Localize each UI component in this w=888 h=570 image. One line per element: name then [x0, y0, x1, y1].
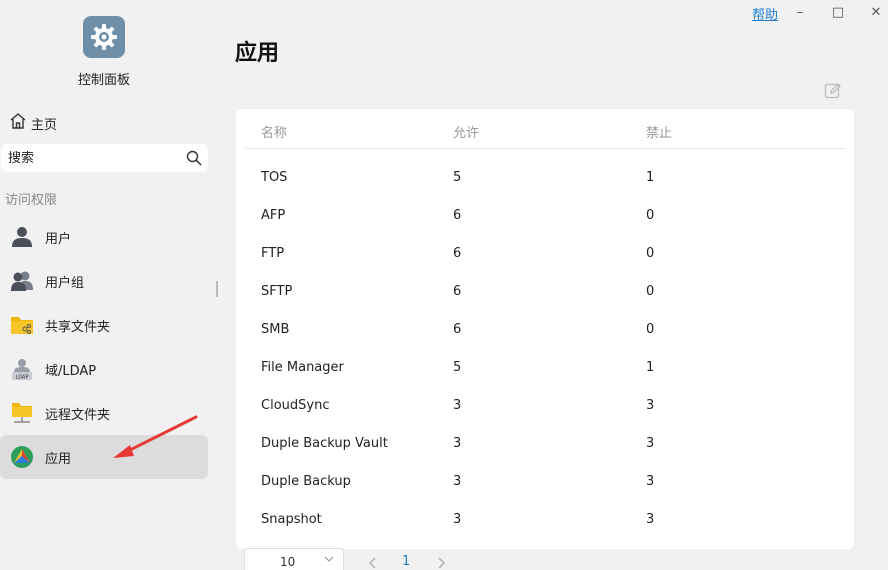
- cell-name: Duple Backup: [261, 474, 351, 489]
- table-body: TOS 5 1 AFP 6 0 FTP 6 0 SFTP 6 0 SMB 6 0…: [236, 159, 854, 539]
- cell-name: AFP: [261, 208, 286, 223]
- table-row[interactable]: FTP 6 0: [236, 235, 854, 273]
- table-row[interactable]: AFP 6 0: [236, 197, 854, 235]
- cell-denied: 0: [646, 284, 655, 299]
- chevron-down-icon: [323, 553, 335, 568]
- cell-allowed: 6: [453, 284, 462, 299]
- column-header-allowed[interactable]: 允许: [453, 122, 479, 141]
- sidebar-resize-handle[interactable]: [216, 281, 218, 297]
- annotation-arrow: [113, 415, 198, 458]
- cell-name: File Manager: [261, 360, 344, 375]
- search-input[interactable]: [8, 150, 178, 166]
- cell-allowed: 6: [453, 322, 462, 337]
- table-row[interactable]: CloudSync 3 3: [236, 387, 854, 425]
- column-header-denied[interactable]: 禁止: [646, 122, 672, 141]
- cell-denied: 3: [646, 512, 655, 527]
- cell-denied: 1: [646, 170, 655, 185]
- svg-text:LDAP: LDAP: [16, 375, 29, 381]
- home-nav-item[interactable]: 主页: [9, 112, 57, 134]
- column-header-name[interactable]: 名称: [261, 122, 287, 141]
- cell-denied: 3: [646, 398, 655, 413]
- cell-name: CloudSync: [261, 398, 330, 413]
- cell-denied: 3: [646, 474, 655, 489]
- cell-name: FTP: [261, 246, 285, 261]
- sidebar-item-user-groups[interactable]: 用户组: [0, 259, 208, 303]
- cell-name: TOS: [261, 170, 288, 185]
- cell-name: Snapshot: [261, 512, 322, 527]
- cell-denied: 0: [646, 322, 655, 337]
- table-row[interactable]: TOS 5 1: [236, 159, 854, 197]
- table-row[interactable]: Duple Backup 3 3: [236, 463, 854, 501]
- current-page-number[interactable]: 1: [402, 554, 410, 569]
- shared-folder-icon: [10, 313, 34, 337]
- sidebar-item-label: 远程文件夹: [45, 407, 111, 423]
- applications-table: 名称 允许 禁止 TOS 5 1 AFP 6 0 FTP 6 0 SFTP 6 …: [236, 109, 854, 549]
- cell-name: Duple Backup Vault: [261, 436, 388, 451]
- cell-allowed: 3: [453, 474, 462, 489]
- table-row[interactable]: SMB 6 0: [236, 311, 854, 349]
- sidebar-item-users[interactable]: 用户: [0, 215, 208, 259]
- minimize-button[interactable]: –: [790, 2, 810, 22]
- cell-allowed: 3: [453, 398, 462, 413]
- edit-icon[interactable]: [824, 82, 842, 104]
- sidebar-item-shared-folders[interactable]: 共享文件夹: [0, 303, 208, 347]
- sidebar: 控制面板 主页 访问权限 用户 用户组 共享文件夹 LDAP 域: [0, 0, 215, 570]
- previous-page-button[interactable]: [368, 554, 378, 570]
- page-title: 应用: [235, 41, 280, 66]
- cell-allowed: 6: [453, 246, 462, 261]
- close-button[interactable]: ✕: [866, 2, 886, 22]
- cell-allowed: 5: [453, 360, 462, 375]
- user-group-icon: [10, 269, 34, 293]
- cell-denied: 0: [646, 208, 655, 223]
- table-row[interactable]: Snapshot 3 3: [236, 501, 854, 539]
- sidebar-item-label: 用户: [45, 231, 72, 247]
- page-size-value: 10: [280, 555, 296, 569]
- table-row[interactable]: File Manager 5 1: [236, 349, 854, 387]
- sidebar-item-label: 域/LDAP: [45, 363, 97, 379]
- cell-allowed: 3: [453, 512, 462, 527]
- sidebar-item-ldap[interactable]: LDAP 域/LDAP: [0, 347, 208, 391]
- app-title: 控制面板: [77, 73, 130, 88]
- help-link[interactable]: 帮助: [752, 4, 778, 23]
- cell-denied: 1: [646, 360, 655, 375]
- cell-denied: 0: [646, 246, 655, 261]
- sidebar-item-label: 用户组: [45, 275, 85, 291]
- ldap-icon: LDAP: [10, 357, 34, 381]
- cell-allowed: 5: [453, 170, 462, 185]
- cell-name: SMB: [261, 322, 290, 337]
- cell-denied: 3: [646, 436, 655, 451]
- table-header: 名称 允许 禁止: [236, 109, 854, 149]
- page-size-select[interactable]: 10: [244, 548, 344, 570]
- user-icon: [10, 225, 34, 249]
- access-rights-section-label: 访问权限: [5, 193, 58, 208]
- next-page-button[interactable]: [436, 554, 446, 570]
- header-divider: [245, 148, 845, 149]
- search-box[interactable]: [1, 144, 208, 172]
- home-icon: [9, 112, 27, 134]
- table-row[interactable]: SFTP 6 0: [236, 273, 854, 311]
- table-row[interactable]: Duple Backup Vault 3 3: [236, 425, 854, 463]
- maximize-button[interactable]: □: [828, 2, 848, 22]
- search-icon[interactable]: [186, 150, 202, 170]
- remote-folder-icon: [10, 401, 34, 425]
- sidebar-item-label: 应用: [45, 451, 72, 467]
- sidebar-item-label: 共享文件夹: [45, 319, 111, 335]
- home-label: 主页: [31, 117, 58, 133]
- cell-allowed: 6: [453, 208, 462, 223]
- cell-allowed: 3: [453, 436, 462, 451]
- control-panel-gear-icon: [83, 16, 125, 58]
- cell-name: SFTP: [261, 284, 293, 299]
- app-icon: [10, 445, 34, 469]
